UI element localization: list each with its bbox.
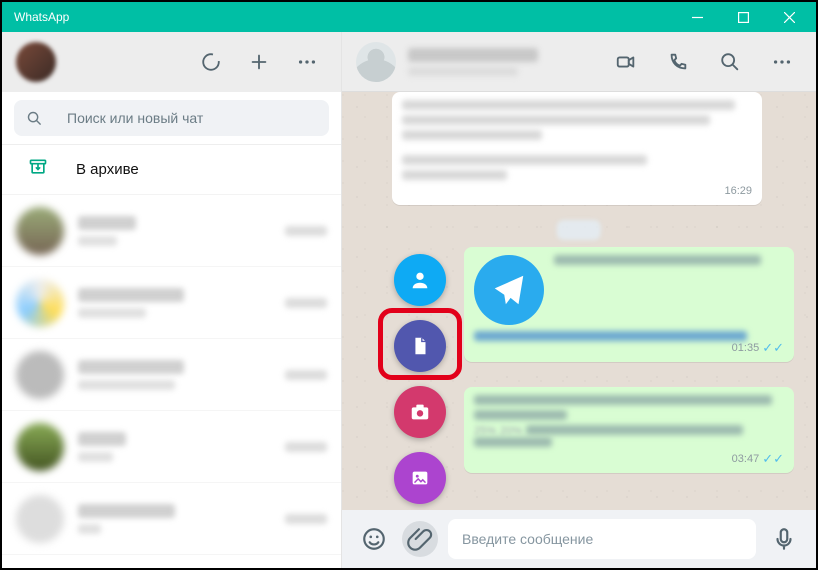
attach-document-button[interactable]: [394, 320, 446, 372]
window-title: WhatsApp: [14, 10, 69, 24]
message-time: 01:35: [732, 342, 760, 354]
right-panel: 16:29 01:35✓✓: [342, 32, 816, 568]
maximize-button[interactable]: [720, 2, 766, 32]
status-icon[interactable]: [191, 42, 231, 82]
left-panel: Поиск или новый чат В архиве: [2, 32, 342, 568]
emoji-icon[interactable]: [356, 521, 392, 557]
chat-list: [2, 195, 341, 568]
close-button[interactable]: [766, 2, 812, 32]
read-checks-icon: ✓✓: [762, 452, 784, 465]
video-call-icon[interactable]: [606, 42, 646, 82]
composer: Введите сообщение: [342, 510, 816, 568]
menu-icon[interactable]: [287, 42, 327, 82]
voice-call-icon[interactable]: [658, 42, 698, 82]
chat-menu-icon[interactable]: [762, 42, 802, 82]
telegram-icon: [474, 255, 544, 325]
list-item[interactable]: [2, 411, 341, 483]
titlebar: WhatsApp: [2, 2, 816, 32]
archive-row[interactable]: В архиве: [2, 145, 341, 195]
message-input[interactable]: Введите сообщение: [448, 519, 756, 559]
message-time: 16:29: [724, 185, 752, 197]
message-time: 03:47: [732, 453, 760, 465]
message-outgoing[interactable]: 25% 20% 03:47✓✓: [464, 387, 794, 473]
archive-label: В архиве: [76, 161, 139, 178]
date-chip: [557, 220, 601, 240]
list-item[interactable]: [2, 339, 341, 411]
attach-camera-button[interactable]: [394, 386, 446, 438]
app-window: WhatsApp: [0, 0, 818, 570]
chat-header: [342, 32, 816, 92]
attach-icon[interactable]: [402, 521, 438, 557]
my-avatar[interactable]: [16, 42, 56, 82]
contact-avatar[interactable]: [356, 42, 396, 82]
archive-icon: [28, 157, 48, 182]
attach-menu: [394, 254, 446, 504]
list-item[interactable]: [2, 195, 341, 267]
messages-area: 16:29 01:35✓✓: [342, 92, 816, 510]
message-placeholder: Введите сообщение: [462, 531, 593, 547]
minimize-button[interactable]: [674, 2, 720, 32]
chat-search-icon[interactable]: [710, 42, 750, 82]
new-chat-icon[interactable]: [239, 42, 279, 82]
attach-gallery-button[interactable]: [394, 452, 446, 504]
attach-contact-button[interactable]: [394, 254, 446, 306]
message-outgoing[interactable]: 01:35✓✓: [464, 247, 794, 362]
window-controls: [674, 2, 812, 32]
mic-icon[interactable]: [766, 521, 802, 557]
read-checks-icon: ✓✓: [762, 341, 784, 354]
search-input[interactable]: Поиск или новый чат: [14, 100, 329, 136]
contact-title[interactable]: [408, 48, 594, 76]
left-header: [2, 32, 341, 92]
search-icon: [26, 110, 43, 127]
list-item[interactable]: [2, 267, 341, 339]
search-placeholder: Поиск или новый чат: [67, 110, 203, 126]
list-item[interactable]: [2, 483, 341, 555]
content: Поиск или новый чат В архиве: [2, 32, 816, 568]
message-incoming[interactable]: 16:29: [392, 92, 762, 205]
search-wrap: Поиск или новый чат: [2, 92, 341, 145]
